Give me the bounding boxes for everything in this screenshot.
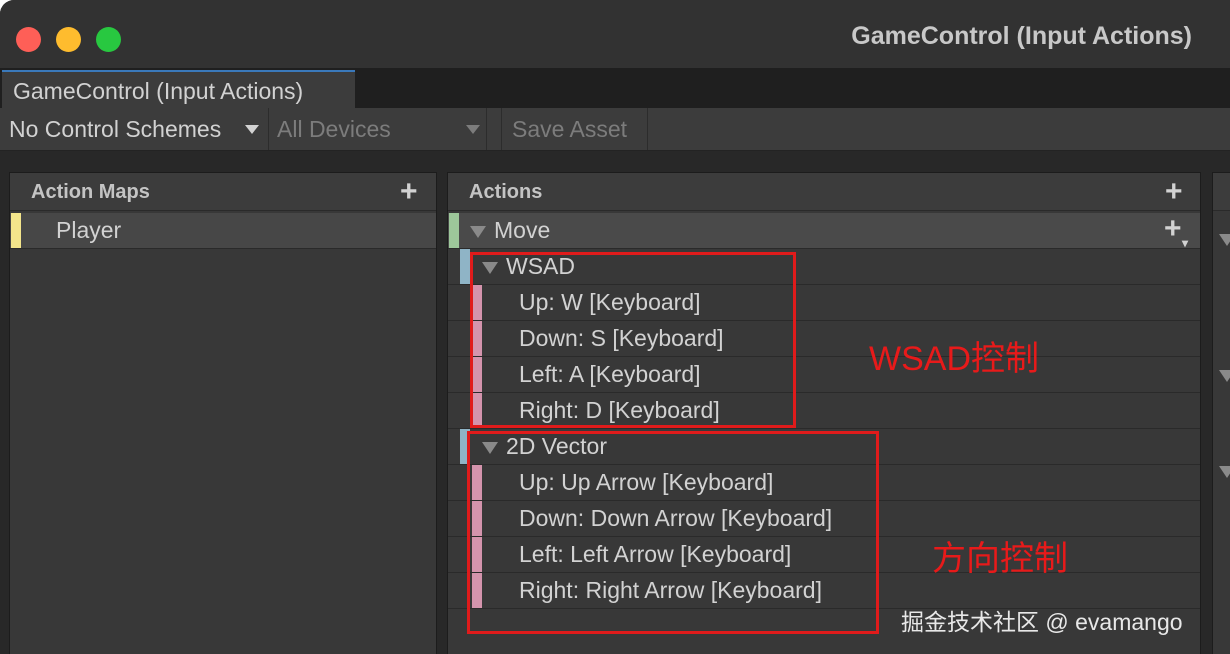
devices-label: All Devices	[277, 116, 391, 142]
properties-header	[1213, 173, 1230, 211]
devices-dropdown[interactable]: All Devices	[268, 108, 487, 150]
action-color-bar	[449, 213, 459, 248]
caret-down-icon	[466, 125, 480, 134]
annotation-wsad: WSAD控制	[869, 340, 1039, 378]
control-schemes-dropdown[interactable]: No Control Schemes	[0, 108, 267, 150]
action-maps-title: Action Maps	[31, 181, 150, 203]
tab-label: GameControl (Input Actions)	[13, 78, 304, 104]
highlight-box-wsad	[470, 252, 796, 428]
expand-triangle-icon[interactable]	[1219, 234, 1230, 246]
zoom-window-button[interactable]	[96, 27, 121, 52]
actions-header: Actions +	[448, 173, 1200, 211]
expand-triangle-icon[interactable]	[1219, 466, 1230, 478]
add-binding-button[interactable]: + ▾	[1164, 213, 1188, 251]
action-map-color-bar	[11, 213, 21, 248]
add-action-button[interactable]: +	[1165, 177, 1183, 207]
close-window-button[interactable]	[16, 27, 41, 52]
add-action-map-button[interactable]: +	[400, 177, 418, 207]
expand-triangle-icon[interactable]	[1219, 370, 1230, 382]
action-label: Move	[494, 217, 551, 243]
composite-color-bar	[460, 249, 470, 284]
tab-gamecontrol[interactable]: GameControl (Input Actions)	[2, 70, 355, 108]
minimize-window-button[interactable]	[56, 27, 81, 52]
action-maps-header: Action Maps +	[10, 173, 436, 211]
save-asset-button[interactable]: Save Asset	[501, 108, 648, 150]
caret-down-icon	[245, 125, 259, 134]
save-asset-label: Save Asset	[512, 116, 628, 142]
toolbar: No Control Schemes All Devices Save Asse…	[0, 108, 1230, 151]
editor-window: GameControl (Input Actions) GameControl …	[0, 0, 1230, 654]
tab-strip: GameControl (Input Actions)	[0, 68, 1230, 108]
window-title: GameControl (Input Actions)	[851, 22, 1192, 50]
action-map-item-player[interactable]: Player	[10, 213, 436, 249]
action-item-move[interactable]: Move + ▾	[448, 213, 1200, 251]
highlight-box-arrows	[467, 431, 879, 634]
actions-title: Actions	[469, 181, 543, 203]
action-maps-panel: Action Maps + Player	[9, 172, 437, 654]
title-bar: GameControl (Input Actions)	[0, 0, 1230, 68]
control-schemes-label: No Control Schemes	[9, 116, 222, 142]
watermark: 掘金技术社区 @ evamango	[901, 609, 1183, 635]
expand-triangle-icon[interactable]	[470, 226, 486, 238]
annotation-arrows: 方向控制	[932, 540, 1068, 578]
action-map-label: Player	[56, 217, 122, 243]
